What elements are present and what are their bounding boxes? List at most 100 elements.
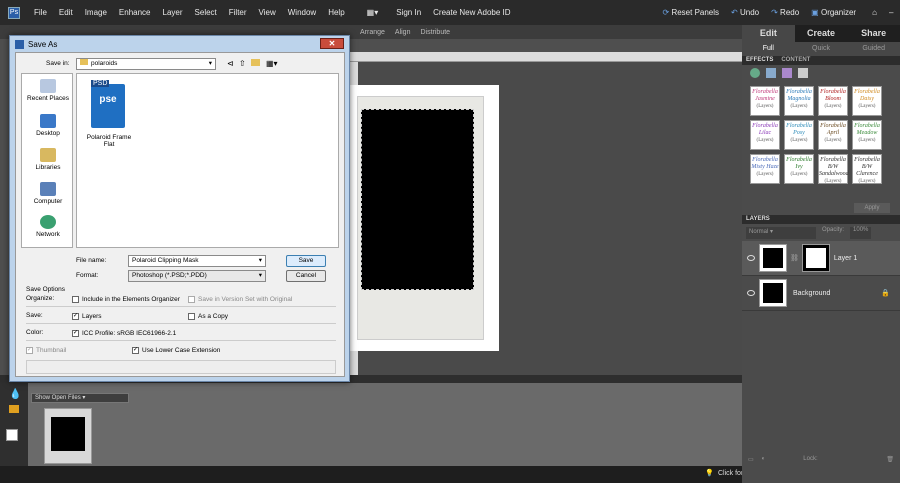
format-select[interactable]: Photoshop (*.PSD;*.PDD) ▾ <box>128 270 266 282</box>
bin-select[interactable]: Show Open Files ▾ <box>31 393 129 403</box>
menu-help[interactable]: Help <box>322 8 350 17</box>
include-organizer-checkbox[interactable] <box>72 296 79 303</box>
menu-window[interactable]: Window <box>282 8 322 17</box>
effect-thumbnail[interactable]: Florabella Meadow (Layers) <box>852 120 882 150</box>
view-menu-icon[interactable]: ▦▾ <box>266 59 278 68</box>
tab-edit[interactable]: Edit <box>742 25 795 42</box>
right-panel: Edit Create Share Full Quick Guided EFFE… <box>742 25 900 483</box>
effect-thumbnail[interactable]: Florabella Magnolia (Layers) <box>784 86 814 116</box>
fx-icon[interactable] <box>798 68 808 78</box>
file-name-label: File name: <box>76 257 107 264</box>
color-swatch-icon[interactable] <box>6 429 18 441</box>
effect-thumbnail[interactable]: Florabella B/W Sandalwood (Layers) <box>818 154 849 184</box>
new-folder-icon[interactable] <box>251 59 260 66</box>
menu-image[interactable]: Image <box>79 8 113 17</box>
distribute-menu[interactable]: Distribute <box>420 29 450 36</box>
new-layer-icon[interactable]: ▭ <box>748 456 754 464</box>
layer-row[interactable]: Background 🔒 <box>742 276 900 311</box>
effect-thumbnail[interactable]: Florabella Misty Haze (Layers) <box>750 154 780 184</box>
close-icon[interactable]: ✕ <box>320 38 344 49</box>
tab-quick[interactable]: Quick <box>795 42 848 56</box>
clipping-mask-area <box>361 109 474 290</box>
place-desktop[interactable]: Desktop <box>22 114 74 137</box>
place-recent-places[interactable]: Recent Places <box>22 79 74 102</box>
effect-style: Meadow <box>856 130 878 136</box>
as-copy-checkbox[interactable] <box>188 313 195 320</box>
computer-icon <box>40 182 56 196</box>
menu-select[interactable]: Select <box>189 8 223 17</box>
menu-filter[interactable]: Filter <box>223 8 253 17</box>
icc-profile-checkbox[interactable]: ✓ <box>72 330 79 337</box>
place-computer[interactable]: Computer <box>22 182 74 205</box>
layer-styles-icon[interactable] <box>766 68 776 78</box>
layer-row[interactable]: ⛓ Layer 1 <box>742 241 900 276</box>
effect-thumbnail[interactable]: Florabella April (Layers) <box>818 120 848 150</box>
place-libraries[interactable]: Libraries <box>22 148 74 171</box>
menu-edit[interactable]: Edit <box>53 8 79 17</box>
effect-thumbnail[interactable]: Florabella Posy (Layers) <box>784 120 814 150</box>
separator <box>26 323 336 324</box>
visibility-eye-icon[interactable] <box>747 255 755 261</box>
bin-thumbnail[interactable] <box>44 408 92 464</box>
home-icon[interactable]: ⌂ <box>866 8 883 17</box>
effect-note: (Layers) <box>858 179 876 184</box>
place-network[interactable]: Network <box>22 215 74 238</box>
effect-thumbnail[interactable]: Florabella Bloom (Layers) <box>818 86 848 116</box>
blend-mode-select[interactable]: Normal ▾ <box>746 227 816 239</box>
sponge-tool-icon[interactable] <box>9 405 19 413</box>
version-set-label: Save in Version Set with Original <box>198 296 293 303</box>
effect-thumbnail[interactable]: Florabella Daisy (Layers) <box>852 86 882 116</box>
tab-guided[interactable]: Guided <box>847 42 900 56</box>
sign-in-link[interactable]: Sign In <box>390 8 427 17</box>
save-button[interactable]: Save <box>286 255 326 267</box>
up-folder-icon[interactable]: ⇧ <box>239 59 246 68</box>
cancel-button[interactable]: Cancel <box>286 270 326 282</box>
photo-effects-icon[interactable] <box>782 68 792 78</box>
minimize-icon[interactable]: – <box>883 8 899 17</box>
layer-thumb-fill <box>763 248 783 268</box>
effect-thumbnail[interactable]: Florabella Ivy (Layers) <box>784 154 814 184</box>
blur-tool-icon[interactable]: 💧 <box>9 389 21 400</box>
lower-case-checkbox[interactable]: ✓ <box>132 347 139 354</box>
align-menu[interactable]: Align <box>395 29 411 36</box>
arrange-menu[interactable]: Arrange <box>360 29 385 36</box>
back-icon[interactable]: ⊲ <box>227 59 234 68</box>
effect-thumbnail[interactable]: Florabella Lilac (Layers) <box>750 120 780 150</box>
content-tab[interactable]: CONTENT <box>781 56 810 65</box>
effect-brand: Florabella <box>786 123 812 129</box>
create-id-link[interactable]: Create New Adobe ID <box>427 8 516 17</box>
workspace-icon[interactable]: ▦▾ <box>361 8 385 17</box>
apply-button[interactable]: Apply <box>854 203 890 213</box>
opacity-input[interactable]: 100% <box>850 227 872 239</box>
effects-tab[interactable]: EFFECTS <box>746 56 773 65</box>
effect-note: (Layers) <box>756 104 774 109</box>
menu-view[interactable]: View <box>253 8 282 17</box>
save-in-select[interactable]: polaroids ▾ <box>76 58 216 70</box>
filters-icon[interactable] <box>750 68 760 78</box>
tab-share[interactable]: Share <box>847 25 900 42</box>
reset-panels-button[interactable]: ⟳ Reset Panels <box>657 8 726 17</box>
redo-button[interactable]: ↷ Redo <box>765 8 805 17</box>
effect-thumbnail[interactable]: Florabella B/W Clarence (Layers) <box>852 154 882 184</box>
organizer-button[interactable]: ▣ Organizer <box>805 8 862 17</box>
effect-brand: Florabella <box>752 123 778 129</box>
trash-icon[interactable]: 🗑 <box>886 456 894 464</box>
effect-note: (Layers) <box>790 138 808 143</box>
thumbnail-checkbox[interactable]: ✓ <box>26 347 33 354</box>
visibility-eye-icon[interactable] <box>747 290 755 296</box>
adjustment-layer-icon[interactable]: ◐ <box>762 456 766 464</box>
file-list: pse PSD Polaroid Frame Flat <box>76 73 339 248</box>
layers-checkbox[interactable]: ✓ <box>72 313 79 320</box>
mask-fill <box>805 248 826 268</box>
menu-file[interactable]: File <box>28 8 53 17</box>
effect-thumbnail[interactable]: Florabella Jasmine (Layers) <box>750 86 780 116</box>
undo-button[interactable]: ↶ Undo <box>725 8 765 17</box>
app-icon[interactable]: Ps <box>8 6 20 19</box>
menu-layer[interactable]: Layer <box>157 8 189 17</box>
version-set-checkbox[interactable] <box>188 296 195 303</box>
menu-enhance[interactable]: Enhance <box>113 8 157 17</box>
tab-full[interactable]: Full <box>742 42 795 56</box>
tab-create[interactable]: Create <box>795 25 848 42</box>
file-name-input[interactable]: Polaroid Clipping Mask ▾ <box>128 255 266 267</box>
file-item[interactable]: pse PSD Polaroid Frame Flat <box>81 78 137 158</box>
